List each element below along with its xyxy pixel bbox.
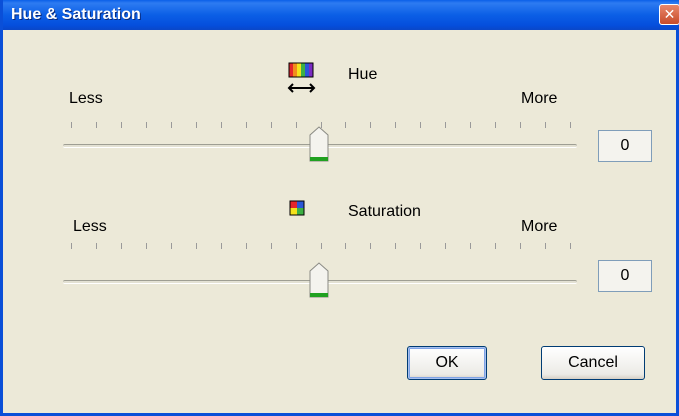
- close-button[interactable]: ✕: [659, 4, 679, 25]
- slider-tick: [545, 122, 546, 128]
- slider-tick: [420, 243, 421, 249]
- saturation-label: Saturation: [348, 203, 421, 220]
- saturation-slider-thumb[interactable]: [308, 261, 330, 299]
- hue-slider-thumb[interactable]: [308, 125, 330, 163]
- slider-tick: [370, 122, 371, 128]
- slider-tick: [221, 122, 222, 128]
- slider-tick: [171, 243, 172, 249]
- slider-tick: [71, 122, 72, 128]
- slider-tick: [221, 243, 222, 249]
- saturation-value-field[interactable]: 0: [598, 260, 652, 292]
- slider-tick: [121, 243, 122, 249]
- ok-button[interactable]: OK: [407, 346, 487, 380]
- slider-tick: [271, 122, 272, 128]
- slider-tick: [345, 122, 346, 128]
- slider-tick: [96, 122, 97, 128]
- slider-tick: [495, 122, 496, 128]
- saturation-slider-ticks: [71, 243, 571, 249]
- slider-tick: [146, 122, 147, 128]
- hue-spectrum-icon: [287, 62, 316, 93]
- slider-tick: [395, 122, 396, 128]
- slider-tick: [296, 243, 297, 249]
- hue-less-label: Less: [69, 90, 103, 107]
- slider-tick: [395, 243, 396, 249]
- slider-tick: [445, 122, 446, 128]
- hue-saturation-dialog: Hue & Saturation ✕ Hue Less More 0 Satur…: [0, 0, 679, 416]
- slider-tick: [246, 122, 247, 128]
- dialog-title: Hue & Saturation: [11, 6, 141, 23]
- close-icon: ✕: [663, 6, 676, 22]
- slider-tick: [420, 122, 421, 128]
- slider-tick: [470, 243, 471, 249]
- slider-tick: [470, 122, 471, 128]
- slider-tick: [121, 122, 122, 128]
- slider-tick: [570, 122, 571, 128]
- title-bar[interactable]: Hue & Saturation ✕: [3, 0, 679, 30]
- slider-tick: [296, 122, 297, 128]
- cancel-button[interactable]: Cancel: [541, 346, 645, 380]
- slider-tick: [196, 122, 197, 128]
- slider-tick: [520, 122, 521, 128]
- saturation-less-label: Less: [73, 218, 107, 235]
- slider-tick: [146, 243, 147, 249]
- slider-tick: [545, 243, 546, 249]
- slider-tick: [345, 243, 346, 249]
- slider-tick: [196, 243, 197, 249]
- hue-more-label: More: [521, 90, 558, 107]
- saturation-color-squares-icon: [289, 200, 305, 216]
- slider-tick: [370, 243, 371, 249]
- slider-tick: [271, 243, 272, 249]
- slider-tick: [570, 243, 571, 249]
- slider-tick: [246, 243, 247, 249]
- slider-tick: [321, 243, 322, 249]
- slider-tick: [520, 243, 521, 249]
- slider-tick: [445, 243, 446, 249]
- slider-tick: [495, 243, 496, 249]
- hue-label: Hue: [348, 66, 378, 83]
- saturation-more-label: More: [521, 218, 558, 235]
- slider-tick: [71, 243, 72, 249]
- slider-tick: [171, 122, 172, 128]
- slider-tick: [96, 243, 97, 249]
- hue-value-field[interactable]: 0: [598, 130, 652, 162]
